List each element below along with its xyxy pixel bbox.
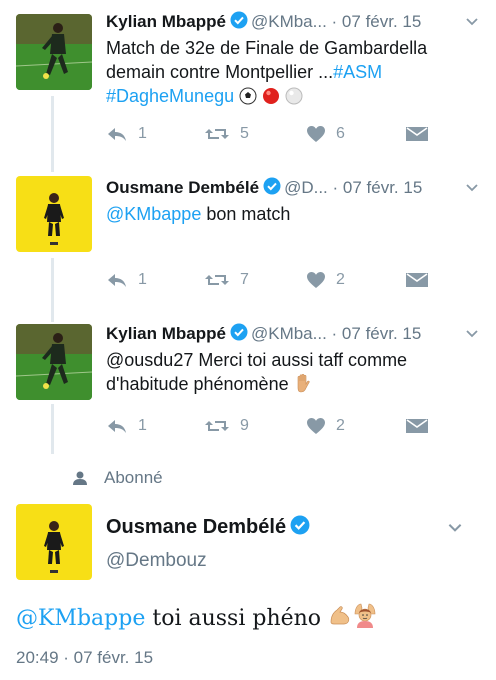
chevron-down-icon[interactable] (464, 178, 480, 202)
like-count: 2 (336, 271, 345, 288)
reply-count: 1 (138, 417, 147, 434)
retweet-icon (205, 275, 229, 285)
tweet-text-body: bon match (201, 204, 291, 224)
verified-badge-icon (290, 515, 310, 542)
retweet-count: 5 (240, 125, 249, 142)
verified-badge-icon (263, 177, 281, 202)
verified-badge-icon (230, 11, 248, 36)
chevron-down-icon[interactable] (464, 12, 480, 36)
heart-icon (307, 272, 325, 288)
tweet-text-line: @ousdu27 Merci toi aussi taff comme (106, 350, 408, 370)
thread-line (51, 404, 54, 454)
tweet-text: @KMbappe bon match (106, 202, 486, 226)
retweet-count: 7 (240, 271, 249, 288)
like-button[interactable]: 2 (306, 268, 345, 292)
main-tweet-body: toi aussi phéno (145, 606, 322, 631)
reply-icon (108, 420, 126, 433)
avatar[interactable] (16, 324, 92, 400)
retweet-button[interactable]: 5 (204, 122, 249, 146)
direct-message-button[interactable] (406, 268, 438, 292)
flexed-biceps-emoji (328, 604, 352, 637)
tweet-date[interactable]: · 07 févr. 15 (332, 12, 422, 31)
author-handle[interactable]: @Dembouz (106, 548, 207, 574)
tweet-timestamp[interactable]: 20:49 · 07 févr. 15 (16, 646, 153, 670)
verified-badge-icon (230, 323, 248, 348)
reply-button[interactable]: 1 (106, 122, 147, 146)
tweet-text-line: demain contre Montpellier ... (106, 62, 334, 82)
retweet-button[interactable]: 7 (204, 268, 249, 292)
like-button[interactable]: 6 (306, 122, 345, 146)
like-count: 2 (336, 417, 345, 434)
tweet-text-line: d'habitude phénomène (106, 374, 289, 394)
direct-message-icon (406, 419, 428, 433)
author-handle[interactable]: @KMba... (251, 12, 327, 31)
avatar[interactable] (16, 504, 92, 580)
tweet-text: @ousdu27 Merci toi aussi taff comme d'ha… (106, 348, 486, 399)
direct-message-icon (406, 127, 428, 141)
reply-count: 1 (138, 125, 147, 142)
reply-icon (108, 274, 126, 287)
author-name[interactable]: Ousmane Dembélé (106, 516, 286, 538)
author-name[interactable]: Kylian Mbappé (106, 12, 226, 31)
tweet-date[interactable]: · 07 févr. 15 (332, 324, 422, 343)
white-ball-emoji (285, 87, 303, 111)
chevron-down-icon[interactable] (446, 518, 464, 541)
tweet-text: Match de 32e de Finale de Gambardella de… (106, 36, 486, 111)
reply-icon (108, 128, 126, 141)
author-handle[interactable]: @KMba... (251, 324, 327, 343)
red-ball-emoji (262, 87, 280, 111)
retweet-button[interactable]: 9 (204, 414, 249, 438)
follow-context: Abonné (72, 466, 163, 490)
author-handle[interactable]: @D... (284, 178, 328, 197)
reply-count: 1 (138, 271, 147, 288)
avatar[interactable] (16, 14, 92, 90)
thread-line (51, 96, 54, 172)
like-count: 6 (336, 125, 345, 142)
direct-message-button[interactable] (406, 414, 438, 438)
tweet-date[interactable]: · 07 févr. 15 (333, 178, 423, 197)
person-icon (73, 471, 87, 485)
person-gesturing-ok-emoji (352, 602, 378, 637)
author-name[interactable]: Ousmane Dembélé (106, 178, 259, 197)
heart-icon (307, 418, 325, 434)
raised-hand-emoji (294, 373, 312, 399)
soccer-ball-emoji (239, 87, 257, 111)
mention-link[interactable]: @KMbappe (16, 606, 145, 631)
retweet-icon (205, 421, 229, 431)
retweet-icon (205, 129, 229, 139)
tweet-text-line: Match de 32e de Finale de Gambardella (106, 38, 428, 58)
mention-link[interactable]: @KMbappe (106, 204, 201, 224)
reply-button[interactable]: 1 (106, 414, 147, 438)
chevron-down-icon[interactable] (464, 324, 480, 348)
thread-line (51, 258, 54, 322)
author-name[interactable]: Kylian Mbappé (106, 324, 226, 343)
heart-icon (307, 126, 325, 142)
main-tweet-text: @KMbappe toi aussi phéno (16, 602, 378, 637)
reply-button[interactable]: 1 (106, 268, 147, 292)
retweet-count: 9 (240, 417, 249, 434)
like-button[interactable]: 2 (306, 414, 345, 438)
hashtag-link[interactable]: #ASM (333, 62, 382, 82)
direct-message-icon (406, 273, 428, 287)
direct-message-button[interactable] (406, 122, 438, 146)
hashtag-link[interactable]: #DagheMunegu (106, 86, 234, 106)
avatar[interactable] (16, 176, 92, 252)
follow-label: Abonné (104, 468, 163, 487)
